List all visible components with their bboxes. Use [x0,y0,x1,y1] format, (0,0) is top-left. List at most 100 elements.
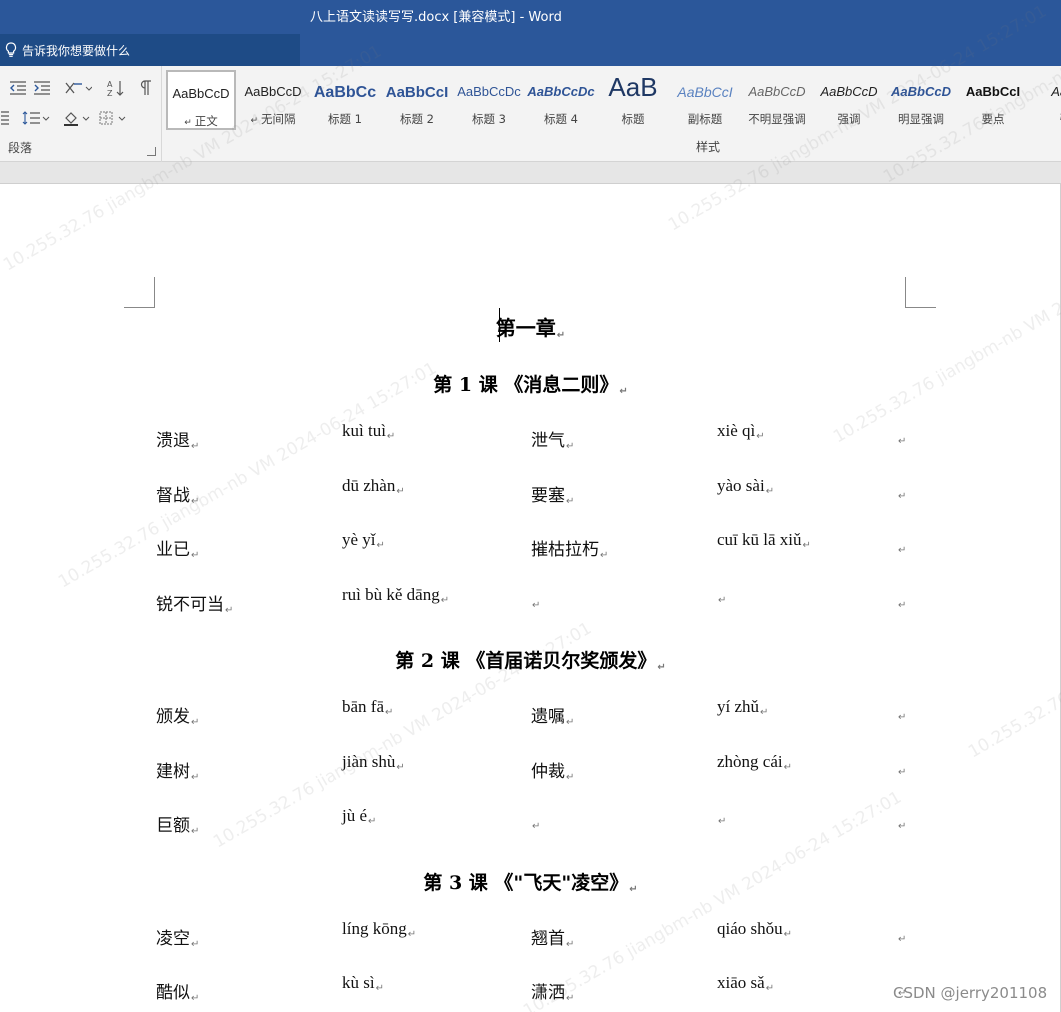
sort-button[interactable]: A Z [104,76,128,100]
tell-me-bar: 告诉我你想要做什么 [0,34,1061,66]
word-cell: 遗嘱↵ [531,702,574,728]
word-text: 摧枯拉朽 [531,540,599,560]
paragraph-group: A Z 段落 [0,66,162,162]
word-text: 溃退 [156,431,190,451]
pinyin-cell: kuì tuì↵ [342,421,395,442]
cell-end-mark: ↵ [225,604,234,616]
tell-me-search[interactable]: 告诉我你想要做什么 [0,34,300,66]
pinyin-cell: dū zhàn↵ [342,476,405,497]
cell-end-mark: ↵ [783,928,793,940]
pinyin-text: yè yǐ [342,530,376,549]
style-name-text: 要点 [981,112,1005,126]
cell-end-mark: ↵ [566,938,575,950]
style-name-text: 标题 1 [328,112,362,126]
increase-indent-button[interactable] [30,76,54,100]
cell-end-mark: ↵ [718,816,727,827]
line-spacing-icon [22,111,50,125]
style-name: 标题 3 [454,111,524,127]
chinese-layout-button[interactable] [62,76,94,100]
cell-end-mark: ↵ [385,707,394,718]
word-text: 督战 [156,485,190,506]
style-4[interactable]: AaBbCcI 标题 2 [382,70,452,130]
word-text: 潇洒 [531,983,565,1003]
style-12[interactable]: AaBbCcI 要点 [958,70,1028,130]
style-sample: AaBbCcD [748,84,806,99]
cell-end-mark: ↵ [898,490,907,502]
style-11[interactable]: AaBbCcD 明显强调 [886,70,956,130]
pinyin-cell: ↵ [717,585,726,606]
style-2[interactable]: AaBbCcD ↵ 无间隔 [238,70,308,130]
credit-watermark: CSDN @jerry201108 [893,984,1048,1002]
word-cell: 潇洒↵ [531,978,574,1004]
cell-end-mark: ↵ [566,771,575,783]
document-page[interactable]: 第一章↵ 第 1 课 《消息二则》↵ 溃退↵ kuì tuì↵ 泄气↵ xiè qì↵ ↵… [0,184,1061,1012]
decrease-indent-button[interactable] [6,76,30,100]
style-13[interactable]: AaBl 引 [1030,70,1061,130]
style-sample: AaBbCcI [385,84,449,101]
style-sample: AaBbCcD [820,84,878,99]
lesson-title-text: 第 2 课 《首届诺贝尔奖颁发》 [395,650,657,672]
cell-end-mark: ↵ [191,938,200,950]
ribbon: A Z 段落 AaBbCcD ↵ 正文 AaBbCcD ↵ 无间隔 AaBbCc… [0,66,1061,162]
pinyin-text: cuī kū lā xiǔ [717,530,802,549]
style-sample: AaBbCcDc [527,84,595,99]
empty-cell: ↵ [897,590,906,611]
cell-end-mark: ↵ [898,712,907,723]
empty-cell: ↵ [897,924,906,945]
word-cell: 溃退↵ [156,426,199,452]
paragraph-mark: ↵ [619,386,628,397]
style-name-text: 无间隔 [260,112,296,126]
pinyin-cell: zhòng cái↵ [717,752,792,773]
pinyin-text: qiáo shǒu [717,918,783,938]
style-5[interactable]: AaBbCcDc 标题 3 [454,70,524,130]
line-spacing-button[interactable] [20,106,52,130]
distributed-button[interactable] [0,106,10,130]
paragraph-mark: ↵ [250,116,261,126]
cell-end-mark: ↵ [191,717,200,728]
style-6[interactable]: AaBbCcDc 标题 4 [526,70,596,130]
word-text: 锐不可当 [156,594,224,615]
style-name: 引 [1030,111,1061,127]
style-9[interactable]: AaBbCcD 不明显强调 [742,70,812,130]
cell-end-mark: ↵ [532,599,541,611]
pinyin-text: kù sì [342,973,375,992]
cell-end-mark: ↵ [386,431,396,442]
pinyin-text: dū zhàn [342,475,396,495]
shading-button[interactable] [60,106,92,130]
cell-end-mark: ↵ [407,928,417,940]
style-name-text: 正文 [194,114,218,128]
decrease-indent-icon [10,81,26,95]
chinese-layout-icon [65,82,92,94]
style-sample: AaBbCcDc [457,84,521,99]
pinyin-text: zhòng cái [717,751,783,771]
cell-end-mark: ↵ [760,707,769,718]
style-1[interactable]: AaBbCcD ↵ 正文 [166,70,236,130]
cell-end-mark: ↵ [566,993,575,1004]
cell-end-mark: ↵ [566,717,575,728]
style-name-text: 标题 4 [544,112,578,126]
styles-group-label: 样式 [696,140,721,154]
lesson-title: 第 3 课 《"飞天"凌空》↵ [0,868,1061,895]
chapter-title: 第一章↵ [0,312,1061,341]
word-cell: 颁发↵ [156,702,199,728]
pinyin-cell: xiè qì↵ [717,421,765,442]
word-text: 翘首 [531,928,565,949]
style-8[interactable]: AaBbCcI 副标题 [670,70,740,130]
pinyin-text: jù é [342,806,368,825]
style-10[interactable]: AaBbCcD 强调 [814,70,884,130]
cell-end-mark: ↵ [566,441,575,452]
borders-button[interactable] [96,106,128,130]
cell-end-mark: ↵ [756,431,765,442]
cell-end-mark: ↵ [376,540,385,551]
paragraph-dialog-launcher[interactable] [147,147,156,156]
word-text: 建树 [156,761,190,782]
cell-end-mark: ↵ [532,821,541,832]
style-sample: AaBbCcD [891,84,951,99]
pinyin-text: kuì tuì [342,421,386,440]
paragraph-mark: ↵ [556,330,566,341]
style-7[interactable]: AaB 标题 [598,70,668,130]
style-3[interactable]: AaBbCc 标题 1 [310,70,380,130]
show-marks-button[interactable] [136,76,156,100]
cell-end-mark: ↵ [783,761,792,773]
svg-text:Z: Z [107,89,113,97]
